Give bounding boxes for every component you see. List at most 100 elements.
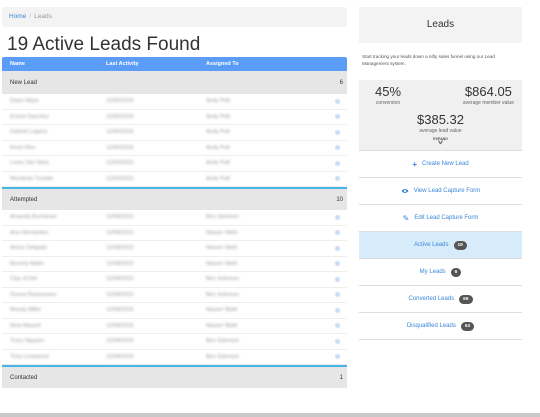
table-row[interactable]: Tracy Nguyen 12/08/2015 Ben Solomon: [2, 334, 347, 350]
lead-value: $385.32: [417, 112, 464, 127]
row-action-icon[interactable]: [335, 230, 340, 236]
row-action-icon[interactable]: [335, 98, 340, 104]
row-action-icon[interactable]: [335, 245, 340, 251]
lead-name-cell[interactable]: Amanda Buchanan: [2, 214, 106, 220]
conversion-stat: 45% conversion: [375, 84, 401, 106]
table-row[interactable]: Ernest Sanchez 12/05/2015 Andy Pott: [2, 110, 347, 125]
pencil-icon: ✎: [402, 213, 410, 223]
last-activity-cell: 12/05/2015: [106, 129, 134, 136]
assigned-to-cell: Andy Pott: [206, 98, 230, 105]
row-action-icon[interactable]: [335, 261, 340, 267]
create-new-lead-label: Create New Lead: [421, 161, 469, 167]
table-row[interactable]: Nina Mauzel 12/08/2015 Nasser Wahl: [2, 319, 347, 334]
table-row[interactable]: Donna Rasmussen 12/08/2015 Ben Solomon: [2, 288, 347, 303]
horizontal-scrollbar[interactable]: [0, 413, 540, 417]
assigned-to-cell: Ben Solomon: [206, 291, 240, 298]
group-header[interactable]: Contacted 1: [2, 365, 347, 388]
last-activity-cell: 12/05/2015: [106, 160, 134, 167]
eye-icon: [401, 187, 409, 196]
lead-name-cell[interactable]: Donna Rasmussen: [2, 292, 106, 298]
last-activity-cell: 12/08/2015: [106, 260, 134, 267]
group-header[interactable]: New Lead 6: [2, 71, 347, 94]
row-action-icon[interactable]: [335, 176, 340, 182]
lead-name-cell[interactable]: Loren Van Ness: [2, 160, 106, 166]
table-row[interactable]: Gabriel Logans 12/05/2015 Andy Pott: [2, 125, 347, 141]
panel-description: Start tracking your leads down a nifty s…: [359, 43, 522, 80]
table-row[interactable]: Arturo Delgado 12/08/2015 Nasser Wahl: [2, 241, 347, 257]
my-leads-link[interactable]: My Leads 6: [359, 259, 522, 286]
table-row[interactable]: Loren Van Ness 12/05/2015 Andy Pott: [2, 156, 347, 172]
assigned-to-cell: Nasser Wahl: [206, 260, 238, 267]
breadcrumb-home-link[interactable]: Home: [9, 13, 26, 20]
table-body: New Lead 6 Dawn Mays 12/05/2015 Andy Pott Ern…: [2, 71, 347, 388]
column-header-assigned-to[interactable]: Assigned To: [206, 61, 326, 67]
table-row[interactable]: Beverly Mabe 12/08/2015 Nasser Wahl: [2, 257, 347, 272]
conversion-label: conversion: [375, 100, 401, 106]
assigned-to-cell: Nasser Wahl: [206, 307, 238, 314]
active-leads-link[interactable]: Active Leads 19: [359, 232, 522, 259]
last-activity-cell: 12/05/2015: [106, 98, 134, 105]
disqualified-leads-label: Disqualified Leads: [406, 323, 456, 329]
row-action-icon[interactable]: [335, 214, 340, 220]
member-value-stat: $864.05 average member value: [463, 84, 514, 106]
disqualified-leads-link[interactable]: Disqualified Leads 63: [359, 313, 522, 340]
lead-name-cell[interactable]: Kevin Rex: [2, 145, 106, 151]
row-action-icon[interactable]: [335, 338, 340, 344]
lead-name-cell[interactable]: Arturo Delgado: [2, 245, 106, 251]
create-new-lead-button[interactable]: + Create New Lead: [359, 151, 522, 178]
edit-lead-capture-form-link[interactable]: ✎ Edit Lead Capture Form: [359, 205, 522, 232]
row-action-icon[interactable]: [335, 354, 340, 360]
row-action-icon[interactable]: [335, 292, 340, 298]
lead-name-cell[interactable]: Moody Miller: [2, 307, 106, 313]
view-lead-capture-form-link[interactable]: View Lead Capture Form: [359, 178, 522, 205]
row-action-icon[interactable]: [335, 129, 340, 135]
row-action-icon[interactable]: [335, 276, 340, 282]
assigned-to-cell: Ben Solomon: [206, 353, 240, 360]
group-header[interactable]: Attempted 10: [2, 187, 347, 210]
expand-button[interactable]: EXPAND ∨: [359, 134, 522, 151]
row-action-icon[interactable]: [335, 145, 340, 151]
lead-name-cell[interactable]: Nina Mauzel: [2, 323, 106, 329]
table-row[interactable]: Amanda Buchanan 12/08/2015 Ben Solomon: [2, 210, 347, 226]
lead-name-cell[interactable]: Dawn Mays: [2, 98, 106, 104]
lead-name-cell[interactable]: Woodrow Trouble: [2, 176, 106, 182]
group-count: 1: [339, 374, 343, 381]
table-row[interactable]: Dawn Mays 12/05/2015 Andy Pott: [2, 94, 347, 110]
converted-leads-label: Converted Leads: [408, 296, 455, 302]
last-activity-cell: 12/05/2015: [106, 144, 134, 151]
lead-name-cell[interactable]: Beverly Mabe: [2, 261, 106, 267]
view-lead-capture-form-label: View Lead Capture Form: [413, 188, 481, 194]
column-header-last-activity[interactable]: Last Activity: [106, 61, 206, 67]
table-row[interactable]: Trina Lockwood 12/08/2015 Ben Solomon: [2, 350, 347, 365]
table-row[interactable]: Woodrow Trouble 12/05/2015 Andy Pott: [2, 172, 347, 187]
breadcrumb: Home / Leads: [2, 7, 347, 27]
edit-lead-capture-form-label: Edit Lead Capture Form: [414, 215, 479, 221]
last-activity-cell: 12/08/2015: [106, 214, 134, 221]
group-label: Contacted: [10, 374, 38, 381]
assigned-to-cell: Andy Pott: [206, 129, 230, 136]
column-header-name[interactable]: Name: [2, 61, 106, 67]
lead-name-cell[interactable]: Trina Lockwood: [2, 354, 106, 360]
assigned-to-cell: Nasser Wahl: [206, 229, 238, 236]
table-row[interactable]: Clay of Dirt 12/08/2015 Ben Solomon: [2, 272, 347, 288]
assigned-to-cell: Andy Pott: [206, 160, 230, 167]
row-action-icon[interactable]: [335, 160, 340, 166]
lead-name-cell[interactable]: Clay of Dirt: [2, 276, 106, 282]
lead-name-cell[interactable]: Ernest Sanchez: [2, 114, 106, 120]
lead-name-cell[interactable]: Gabriel Logans: [2, 129, 106, 135]
plus-icon: +: [412, 159, 417, 169]
converted-leads-link[interactable]: Converted Leads 66: [359, 286, 522, 313]
row-action-icon[interactable]: [335, 307, 340, 313]
leads-menu: + Create New Lead View Lead Capture Form…: [359, 151, 522, 340]
last-activity-cell: 12/08/2015: [106, 353, 134, 360]
my-leads-label: My Leads: [419, 269, 446, 275]
assigned-to-cell: Andy Pott: [206, 144, 230, 151]
group-label: Attempted: [10, 196, 38, 203]
table-row[interactable]: Moody Miller 12/08/2015 Nasser Wahl: [2, 303, 347, 319]
row-action-icon[interactable]: [335, 323, 340, 329]
lead-name-cell[interactable]: Tracy Nguyen: [2, 338, 106, 344]
row-action-icon[interactable]: [335, 114, 340, 120]
lead-name-cell[interactable]: Ana Hernandez: [2, 230, 106, 236]
table-row[interactable]: Kevin Rex 12/05/2015 Andy Pott: [2, 141, 347, 156]
table-row[interactable]: Ana Hernandez 12/08/2015 Nasser Wahl: [2, 226, 347, 241]
